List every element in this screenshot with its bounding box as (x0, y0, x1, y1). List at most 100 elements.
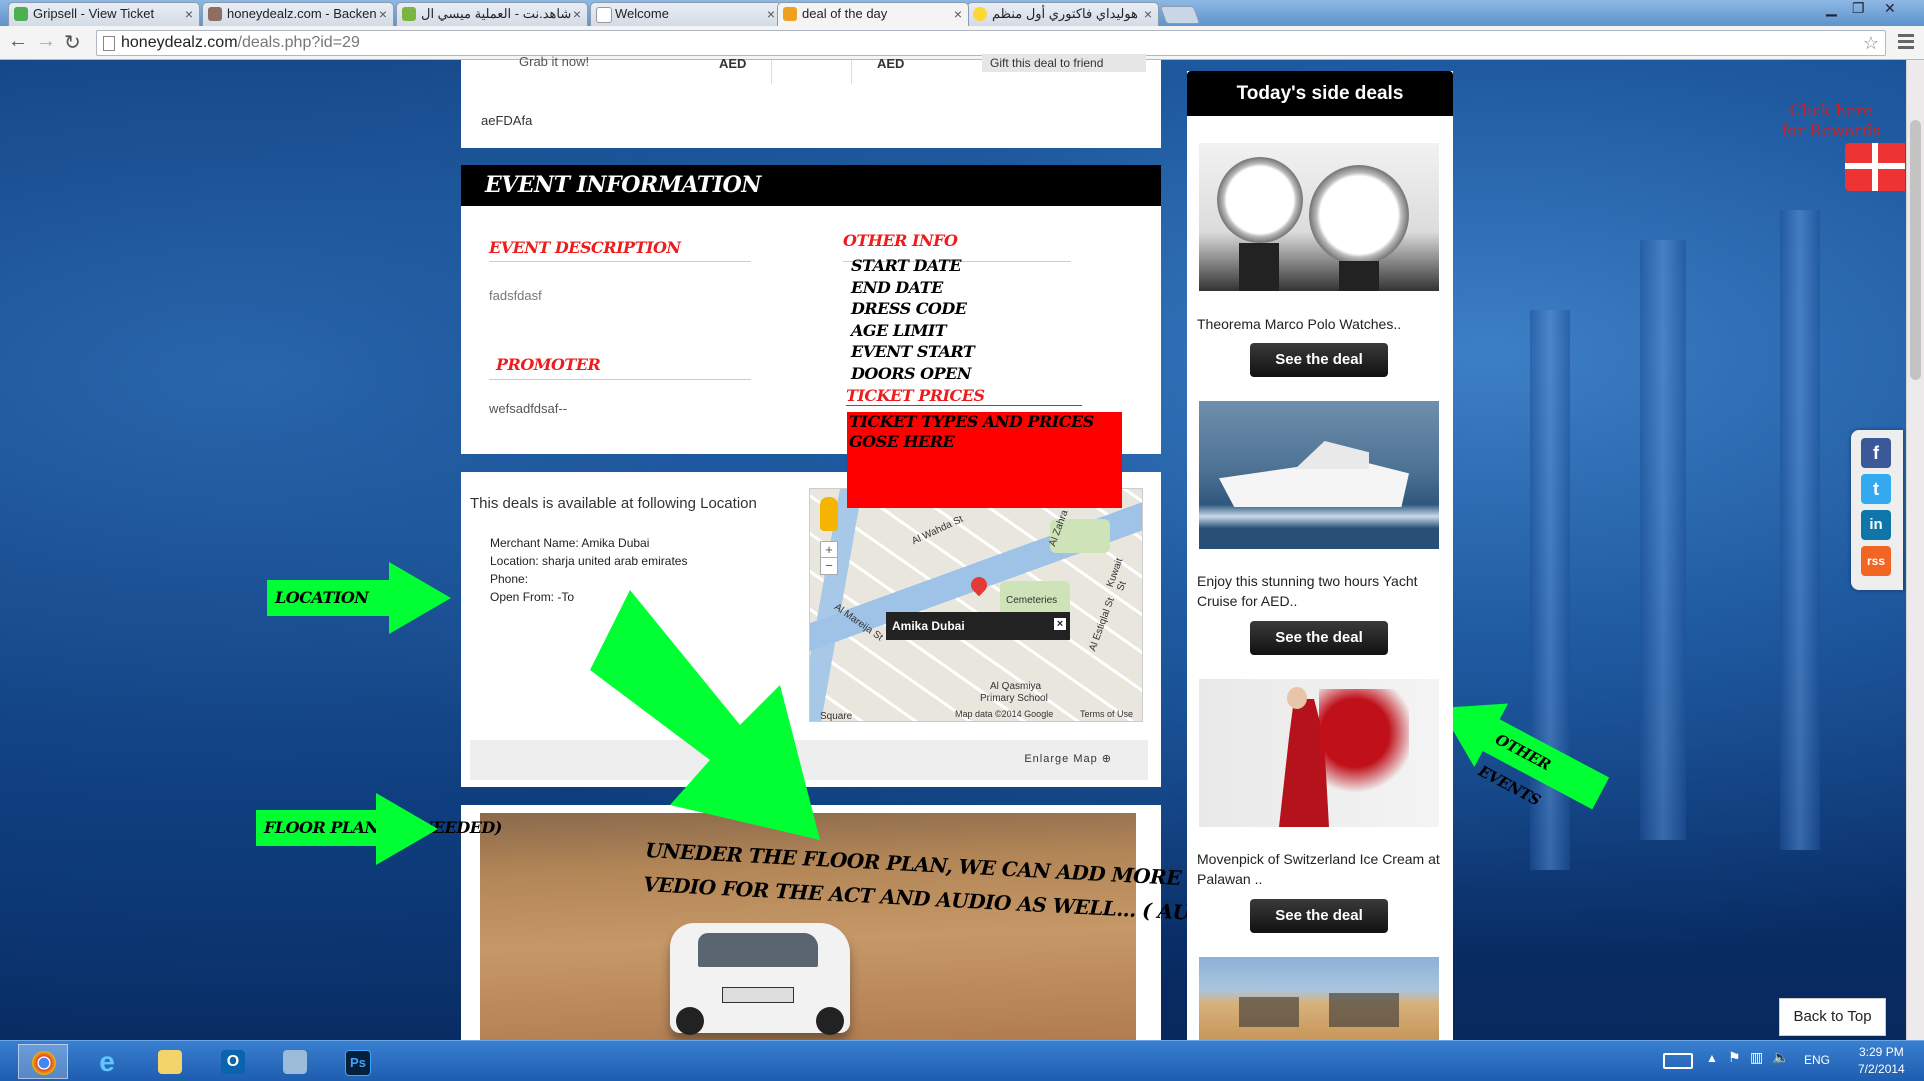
back-to-top-button[interactable]: Back to Top (1779, 998, 1886, 1036)
start-date-label: START DATE (851, 256, 962, 275)
input-language-indicator[interactable]: ENG (1804, 1053, 1830, 1067)
taskbar-explorer-button[interactable] (145, 1044, 195, 1079)
location-annotation-label: LOCATION (267, 580, 391, 616)
map-label: Primary School (980, 693, 1048, 704)
tab-close-icon[interactable]: × (573, 3, 581, 25)
map-label: Al Qasmiya (990, 681, 1042, 692)
see-deal-button[interactable]: See the deal (1250, 343, 1388, 377)
floor-plan-panel (461, 805, 1161, 1040)
new-tab-button[interactable] (1159, 6, 1201, 24)
tab-close-icon[interactable]: × (954, 3, 962, 25)
promoter-heading: PROMOTER (496, 355, 601, 374)
gift-deal-label: Gift this deal to friend (990, 56, 1104, 70)
taskbar-outlook-button[interactable]: O (208, 1044, 258, 1079)
gift-box-icon[interactable] (1845, 143, 1905, 191)
volume-icon[interactable]: 🔈 (1772, 1049, 1789, 1066)
other-info-heading: OTHER INFO (843, 231, 958, 250)
browser-tab[interactable]: honeydealz.com - Backen × (202, 2, 394, 26)
url-path: /deals.php?id=29 (237, 34, 360, 51)
forward-arrow-icon[interactable]: → (36, 30, 56, 53)
map-label: Al Estiqlal St (1087, 596, 1117, 653)
map-zoom-out-button[interactable]: − (820, 557, 838, 575)
grab-text: Grab it now! (519, 54, 590, 69)
clock-time: 3:29 PM (1859, 1045, 1904, 1059)
explorer-icon (158, 1050, 182, 1074)
yacht-deal-image[interactable] (1199, 401, 1439, 549)
linkedin-icon[interactable]: in (1861, 510, 1891, 540)
event-info-header: EVENT INFORMATION (461, 165, 1161, 206)
tab-label: هوليداي فاكتوري أول منظم (992, 6, 1138, 21)
browser-tab-active[interactable]: deal of the day × (777, 2, 969, 26)
ice-cream-deal-image[interactable] (1199, 679, 1439, 827)
watches-deal-image[interactable] (1199, 143, 1439, 291)
url-host: honeydealz.com (121, 34, 238, 51)
zoom-in-icon: ⊕ (1101, 753, 1112, 765)
tab-close-icon[interactable]: × (185, 3, 193, 25)
tab-close-icon[interactable]: × (1144, 3, 1152, 25)
tab-close-icon[interactable]: × (767, 3, 775, 25)
tray-expand-icon[interactable]: ▲ (1706, 1051, 1718, 1065)
browser-tab[interactable]: Gripsell - View Ticket × (8, 2, 200, 26)
network-status-icon[interactable]: ▥ (1750, 1049, 1763, 1066)
taskbar-photoshop-button[interactable]: Ps (332, 1044, 382, 1079)
rss-icon[interactable]: rss (1861, 546, 1891, 576)
deal-title[interactable]: Enjoy this stunning two hours Yacht Crui… (1197, 571, 1447, 611)
annotation-text: LOCATION (275, 588, 369, 607)
location-arrow-icon (389, 562, 451, 634)
taskbar-chrome-button[interactable] (18, 1044, 68, 1079)
reload-icon[interactable]: ↻ (64, 30, 81, 55)
browser-tab[interactable]: هوليداي فاكتوري أول منظم × (967, 2, 1159, 26)
browser-tab[interactable]: شاهد.نت - العملية ميسي ال × (396, 2, 588, 26)
end-date-label: END DATE (851, 278, 943, 297)
tab-label: deal of the day (802, 6, 888, 21)
street-view-pegman-icon[interactable] (820, 497, 838, 531)
event-start-label: EVENT START (851, 342, 975, 361)
taskbar-ie-button[interactable]: e (82, 1044, 132, 1079)
see-deal-button[interactable]: See the deal (1250, 899, 1388, 933)
browser-tab-strip: Gripsell - View Ticket × honeydealz.com … (0, 0, 1924, 26)
deal-title[interactable]: Theorema Marco Polo Watches.. (1197, 314, 1447, 334)
tab-favicon-icon (14, 7, 28, 21)
ticket-prices-line: GOSE HERE (849, 432, 955, 451)
floor-plan-arrow-icon (376, 793, 438, 865)
event-description-heading: EVENT DESCRIPTION (489, 238, 681, 257)
scrollbar-thumb[interactable] (1910, 120, 1921, 380)
social-share-bar: f t in rss (1851, 430, 1903, 590)
deal-title[interactable]: Movenpick of Switzerland Ice Cream at Pa… (1197, 849, 1447, 889)
desert-buggy-deal-image[interactable] (1199, 957, 1439, 1040)
taskbar-network-button[interactable] (270, 1044, 320, 1079)
map-info-title: Amika Dubai (892, 619, 965, 633)
browser-tab[interactable]: Welcome × (590, 2, 782, 26)
close-window-icon[interactable]: ✕ (1884, 0, 1896, 17)
price-currency: AED (719, 56, 747, 71)
map-info-close-icon[interactable]: × (1054, 618, 1066, 630)
map-pin-icon[interactable] (967, 573, 991, 597)
address-bar[interactable]: honeydealz.com/deals.php?id=29 ☆ (96, 30, 1886, 56)
twitter-icon[interactable]: t (1861, 474, 1891, 504)
menu-icon[interactable] (1898, 34, 1914, 52)
suv-vehicle-image (670, 923, 850, 1035)
google-map[interactable]: + − Cemeteries Al Qasmiya Primary School… (809, 488, 1143, 722)
deal-buy-panel: Grab it now! AED AED Gift this deal to f… (461, 54, 1161, 148)
background-column (1640, 240, 1686, 840)
page-scrollbar[interactable] (1906, 60, 1924, 1040)
facebook-icon[interactable]: f (1861, 438, 1891, 468)
flag-icon[interactable]: ⚑ (1728, 1049, 1741, 1066)
back-arrow-icon[interactable]: ← (8, 30, 28, 53)
map-terms-link[interactable]: Terms of Use (1080, 709, 1133, 719)
rewards-link[interactable]: Click here for Rewards (1776, 101, 1886, 141)
tab-close-icon[interactable]: × (379, 3, 387, 25)
minimize-icon[interactable]: ▁ (1826, 0, 1837, 17)
tab-label: شاهد.نت - العملية ميسي ال (421, 6, 572, 21)
maximize-icon[interactable]: ❐ (1852, 0, 1865, 17)
back-to-top-label: Back to Top (1793, 1008, 1872, 1025)
see-deal-button[interactable]: See the deal (1250, 621, 1388, 655)
bookmark-star-icon[interactable]: ☆ (1863, 31, 1879, 55)
chrome-icon (32, 1051, 56, 1075)
system-clock[interactable]: 3:29 PM 7/2/2014 (1858, 1044, 1905, 1078)
map-label: Al Mareija St (831, 601, 885, 644)
tab-favicon-icon (973, 7, 987, 21)
enlarge-map-button[interactable]: Enlarge Map ⊕ (1024, 752, 1112, 765)
keyboard-icon[interactable] (1663, 1053, 1693, 1069)
gift-deal-button[interactable]: Gift this deal to friend (982, 54, 1146, 72)
